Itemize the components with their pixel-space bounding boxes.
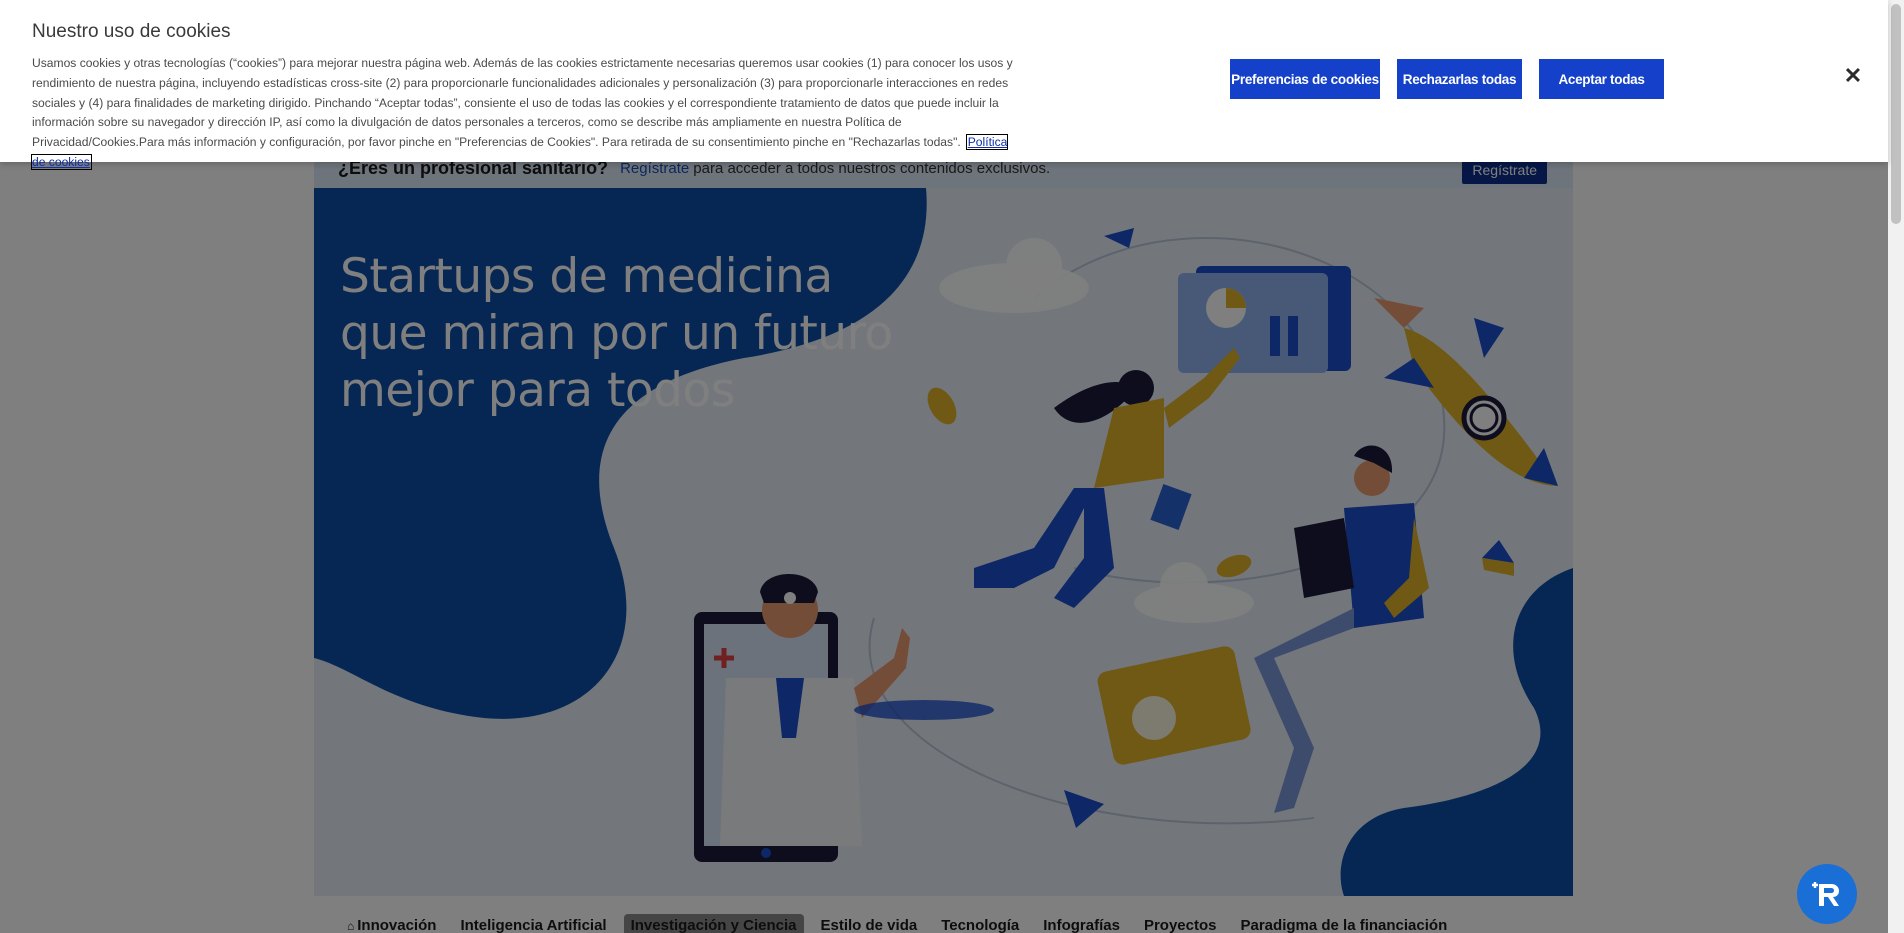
cookie-button-group: Preferencias de cookies Rechazarlas toda… [1230, 59, 1681, 99]
page-scrollbar[interactable] [1888, 0, 1904, 933]
cookie-banner-body: Usamos cookies y otras tecnologías (“coo… [32, 56, 1013, 150]
cookie-banner: Nuestro uso de cookies Usamos cookies y … [0, 0, 1888, 170]
accept-all-button[interactable]: Aceptar todas [1539, 59, 1664, 99]
scrollbar-thumb[interactable] [1891, 4, 1901, 224]
cookie-banner-title: Nuestro uso de cookies [32, 21, 231, 42]
cookie-preferences-button[interactable]: Preferencias de cookies [1230, 59, 1380, 99]
close-icon[interactable]: ✕ [1843, 65, 1863, 87]
reject-all-button[interactable]: Rechazarlas todas [1397, 59, 1522, 99]
chat-widget-button[interactable] [1797, 864, 1857, 924]
cookie-banner-text: Usamos cookies y otras tecnologías (“coo… [30, 54, 1022, 173]
chat-logo-icon [1812, 882, 1839, 906]
